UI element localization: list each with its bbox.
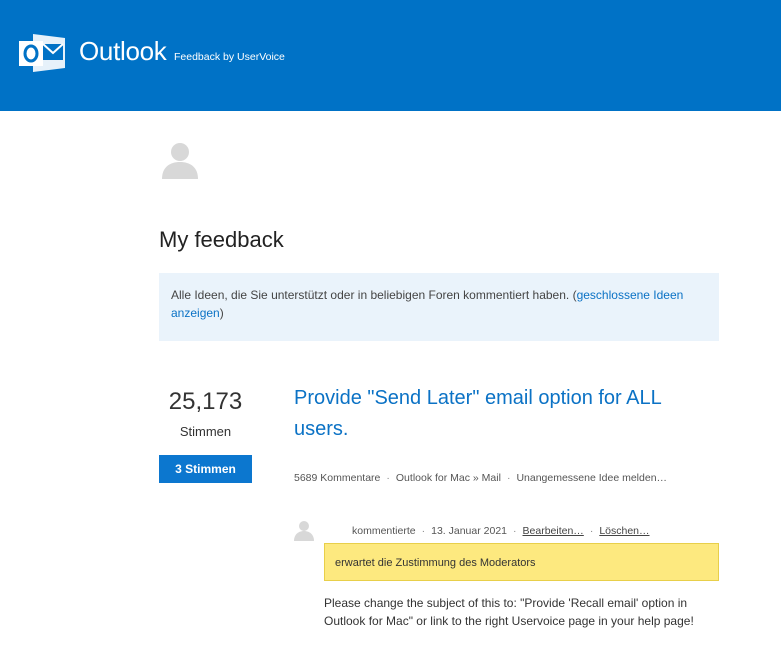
user-avatar-icon (162, 143, 198, 179)
separator: · (513, 525, 517, 537)
comment-meta: kommentierte · 13. Januar 2021 · Bearbeiten…… (352, 525, 650, 537)
vote-label: Stimmen (179, 424, 232, 439)
separator: · (506, 472, 511, 484)
comment-text: Please change the subject of this to: "P… (324, 596, 694, 628)
outlook-logo-icon[interactable] (19, 34, 65, 72)
separator: · (421, 525, 426, 537)
vote-count: 25,173 (168, 388, 243, 415)
brand-subtitle[interactable]: Feedback by UserVoice (174, 51, 285, 63)
separator: · (386, 472, 390, 484)
info-text: Alle Ideen, die Sie unterstützt oder in … (171, 288, 577, 302)
edit-comment-link[interactable]: Bearbeiten… (523, 525, 584, 537)
comment-action: kommentierte (352, 525, 416, 537)
info-box: Alle Ideen, die Sie unterstützt oder in … (159, 273, 719, 341)
brand-name[interactable]: Outlook (79, 36, 167, 67)
forum-link[interactable]: Outlook for Mac » Mail (396, 472, 501, 484)
vote-button[interactable]: 3 Stimmen (159, 455, 252, 483)
comment-avatar-icon (294, 521, 314, 541)
comment-date[interactable]: 13. Januar 2021 (431, 525, 507, 537)
report-idea-link[interactable]: Unangemessene Idee melden… (516, 472, 667, 484)
idea-title-link[interactable]: Provide "Send Later" email option for AL… (294, 383, 714, 445)
site-header: Outlook Feedback by UserVoice (0, 0, 781, 111)
delete-comment-link[interactable]: Löschen… (599, 525, 649, 537)
page-title: My feedback (159, 227, 284, 252)
separator: · (589, 525, 594, 537)
info-suffix: ) (219, 306, 224, 320)
idea-meta: 5689 Kommentare · Outlook for Mac » Mail · U… (294, 472, 667, 484)
moderation-status-box: erwartet die Zustimmung des Moderators (324, 543, 719, 581)
comments-count-link[interactable]: 5689 Kommentare (294, 472, 380, 484)
